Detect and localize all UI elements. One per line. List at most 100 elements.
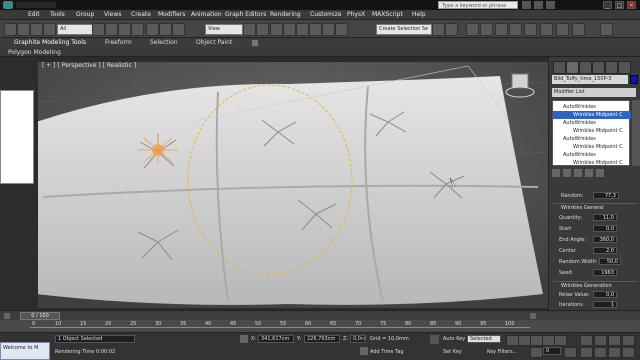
stack-item[interactable]: AutoWrinkles — [553, 151, 631, 159]
rollout-wrinkles-generation[interactable]: Wrinkles Generation — [553, 281, 637, 289]
tab-freeform[interactable]: Freeform — [105, 38, 132, 48]
render-iterative-icon[interactable] — [600, 23, 613, 36]
star-icon[interactable] — [534, 1, 543, 9]
menu-tools[interactable]: Tools — [50, 10, 65, 20]
iterations-spinner[interactable]: 1 — [593, 301, 617, 308]
schematic-view-icon[interactable] — [509, 23, 522, 36]
make-unique-icon[interactable] — [574, 169, 582, 177]
keyboard-shortcut-icon[interactable] — [270, 23, 283, 36]
stack-item[interactable]: AutoWrinkles — [553, 103, 631, 111]
menu-modifiers[interactable]: Modifiers — [158, 10, 185, 20]
curve-editor-icon[interactable] — [495, 23, 508, 36]
modifier-list-dropdown[interactable]: Modifier List — [552, 88, 636, 97]
rollout-wrinkles-general[interactable]: Wrinkles General — [553, 203, 637, 211]
orbit-icon[interactable] — [608, 347, 621, 358]
link-icon[interactable] — [30, 23, 43, 36]
mirror-icon[interactable] — [432, 23, 445, 36]
quick-access-toolbar[interactable] — [16, 2, 56, 8]
reference-coordinate-dropdown[interactable]: View — [205, 24, 243, 35]
pivot-center-icon[interactable] — [243, 23, 256, 36]
stack-item[interactable]: AutoWrinkles — [553, 119, 631, 127]
edit-named-selection-icon[interactable] — [335, 23, 348, 36]
center-spinner[interactable]: 2,0 — [593, 247, 617, 254]
percent-snap-icon[interactable] — [309, 23, 322, 36]
material-editor-icon[interactable] — [524, 23, 537, 36]
menu-physx[interactable]: PhysX — [347, 10, 365, 20]
floating-panel[interactable] — [0, 90, 34, 184]
create-tab-icon[interactable] — [553, 61, 566, 74]
select-by-name-icon[interactable] — [105, 23, 118, 36]
track-bar[interactable]: 0 10 15 20 25 30 35 40 45 50 55 60 65 70… — [0, 320, 640, 332]
menu-help[interactable]: Help — [412, 10, 426, 20]
stack-item[interactable]: Wrinkles Midpoint C — [553, 111, 631, 119]
pin-stack-icon[interactable] — [552, 169, 560, 177]
field-of-view-icon[interactable] — [580, 347, 593, 358]
modifier-stack[interactable]: AutoWrinkles Wrinkles Midpoint C AutoWri… — [552, 100, 631, 167]
auto-key-button[interactable]: Auto Key — [443, 336, 465, 342]
minimize-button[interactable]: _ — [603, 1, 612, 9]
stack-item[interactable]: Wrinkles Midpoint C — [553, 143, 631, 151]
random-width-spinner[interactable]: 50,0 — [599, 258, 621, 265]
display-tab-icon[interactable] — [605, 61, 618, 74]
rotate-icon[interactable] — [159, 23, 172, 36]
object-name-field[interactable]: Bild_Tuffy_time_150P-3 — [552, 75, 628, 84]
maximize-viewport-icon[interactable] — [622, 347, 635, 358]
align-icon[interactable] — [445, 23, 458, 36]
configure-sets-icon[interactable] — [596, 169, 604, 177]
menu-create[interactable]: Create — [131, 10, 151, 20]
selection-filter-dropdown[interactable]: All — [57, 24, 93, 35]
render-setup-icon[interactable] — [540, 23, 553, 36]
binoculars-icon[interactable] — [522, 1, 531, 9]
menu-rendering[interactable]: Rendering — [270, 10, 301, 20]
tab-object-paint[interactable]: Object Paint — [196, 38, 232, 48]
render-production-icon[interactable] — [572, 23, 585, 36]
graphite-toggle-icon[interactable] — [480, 23, 493, 36]
undo-icon[interactable] — [4, 23, 17, 36]
random-spinner[interactable]: 77,3 — [593, 192, 619, 199]
angle-snap-icon[interactable] — [296, 23, 309, 36]
key-mode-toggle-icon[interactable] — [530, 347, 543, 358]
menu-edit[interactable]: Edit — [28, 10, 40, 20]
zoom-icon[interactable] — [580, 335, 593, 346]
remove-modifier-icon[interactable] — [585, 169, 593, 177]
seed-spinner[interactable]: 1963 — [593, 269, 617, 276]
stack-item[interactable]: Wrinkles Midpoint C — [553, 159, 631, 167]
hierarchy-tab-icon[interactable] — [579, 61, 592, 74]
zoom-extents-icon[interactable] — [608, 335, 621, 346]
time-slider-next-icon[interactable] — [530, 313, 536, 319]
add-time-tag[interactable]: Add Time Tag — [370, 349, 404, 355]
goto-end-icon[interactable] — [554, 335, 567, 346]
spinner-snap-icon[interactable] — [322, 23, 335, 36]
unlink-icon[interactable] — [43, 23, 56, 36]
pan-icon[interactable] — [594, 347, 607, 358]
search-input[interactable]: Type a keyword or phrase — [438, 1, 518, 9]
key-filters-button[interactable]: Key Filters... — [487, 349, 517, 355]
time-slider-prev-icon[interactable] — [4, 313, 10, 319]
redo-icon[interactable] — [17, 23, 30, 36]
x-coordinate-field[interactable]: 341,617cm — [258, 335, 294, 343]
maxscript-listener[interactable]: Welcome to M — [0, 342, 50, 360]
app-logo-icon[interactable] — [3, 1, 13, 9]
select-object-icon[interactable] — [92, 23, 105, 36]
move-icon[interactable] — [146, 23, 159, 36]
quantity-spinner[interactable]: 11,0 — [593, 214, 617, 221]
menu-group[interactable]: Group — [76, 10, 94, 20]
menu-customize[interactable]: Customize — [310, 10, 342, 20]
viewport-label[interactable]: [ + ] [ Perspective ] [ Realistic ] — [42, 62, 136, 69]
menu-maxscript[interactable]: MAXScript — [372, 10, 403, 20]
zoom-all-icon[interactable] — [594, 335, 607, 346]
close-button[interactable]: × — [627, 1, 636, 9]
scale-icon[interactable] — [172, 23, 185, 36]
zoom-extents-all-icon[interactable] — [622, 335, 635, 346]
y-coordinate-field[interactable]: 226,763cm — [304, 335, 340, 343]
stack-scrollbar[interactable] — [632, 100, 640, 166]
menu-animation[interactable]: Animation — [191, 10, 222, 20]
end-angle-spinner[interactable]: 360,0 — [593, 236, 617, 243]
utilities-tab-icon[interactable] — [618, 61, 631, 74]
time-slider-handle[interactable]: 0 / 100 — [20, 312, 60, 320]
object-color-swatch[interactable] — [630, 75, 638, 84]
tab-selection[interactable]: Selection — [150, 38, 178, 48]
perspective-viewport[interactable]: [ + ] [ Perspective ] [ Realistic ] — [38, 62, 548, 308]
stack-item[interactable]: Wrinkles Midpoint C — [553, 127, 631, 135]
modify-tab-icon[interactable] — [566, 61, 579, 74]
